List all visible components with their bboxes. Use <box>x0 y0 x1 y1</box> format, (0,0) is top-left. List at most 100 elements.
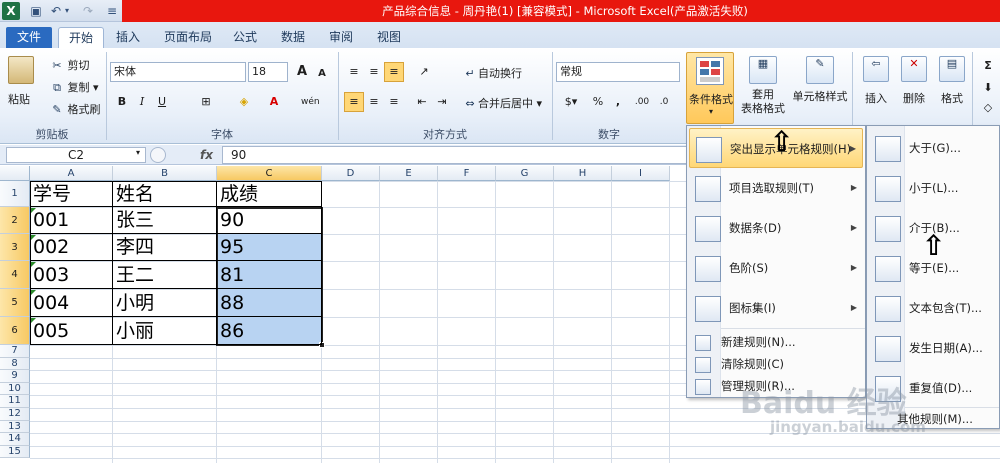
column-header-c[interactable]: C <box>217 166 322 181</box>
table-cell[interactable]: 005 <box>30 317 113 345</box>
merge-center-button[interactable]: ⇔ 合并后居中 ▾ <box>462 95 542 111</box>
row-header-5[interactable]: 5 <box>0 289 30 317</box>
row-header-1[interactable]: 1 <box>0 181 30 207</box>
font-color-icon[interactable]: A <box>264 92 284 112</box>
phonetic-button[interactable]: wén <box>300 92 320 112</box>
copy-button[interactable]: ⧉ 复制 ▾ <box>50 79 98 95</box>
name-box[interactable]: C2 <box>6 147 146 163</box>
column-header-e[interactable]: E <box>380 166 438 181</box>
underline-button[interactable]: U <box>152 92 172 112</box>
tab-view[interactable]: 视图 <box>372 27 406 48</box>
align-center-icon[interactable]: ≡ <box>364 92 384 112</box>
highlight-rule-item-5[interactable]: 发生日期(A)... <box>869 328 997 368</box>
grow-font-button[interactable]: A <box>292 62 312 82</box>
cf-menu-item-4[interactable]: 图标集(I) ▶ <box>689 288 863 328</box>
align-middle-icon[interactable]: ≡ <box>364 62 384 82</box>
bold-button[interactable]: B <box>112 92 132 112</box>
cf-menu-small-item-1[interactable]: 清除规则(C) <box>689 353 863 375</box>
font-size-select[interactable]: 18 <box>248 62 288 82</box>
align-left-icon[interactable]: ≡ <box>344 92 364 112</box>
currency-icon[interactable]: $▾ <box>558 92 584 112</box>
column-header-b[interactable]: B <box>113 166 217 181</box>
cf-menu-item-1[interactable]: 项目选取规则(T) ▶ <box>689 168 863 208</box>
increase-indent-icon[interactable]: ⇥ <box>432 92 452 112</box>
customize-toolbar-icon[interactable]: ≡ <box>104 3 120 19</box>
align-top-icon[interactable]: ≡ <box>344 62 364 82</box>
align-bottom-icon[interactable]: ≡ <box>384 62 404 82</box>
column-header-g[interactable]: G <box>496 166 554 181</box>
table-cell[interactable]: 81 <box>217 261 322 289</box>
table-cell[interactable]: 004 <box>30 289 113 317</box>
shrink-font-button[interactable]: A <box>312 64 332 84</box>
table-cell[interactable]: 小丽 <box>113 317 217 345</box>
row-header-3[interactable]: 3 <box>0 234 30 261</box>
format-cells-button[interactable]: ▤ 格式 <box>934 56 970 106</box>
row-header-10[interactable]: 10 <box>0 382 30 396</box>
table-cell[interactable]: 90 <box>217 207 322 234</box>
table-cell[interactable]: 王二 <box>113 261 217 289</box>
increase-decimal-button[interactable]: .00 <box>632 92 652 112</box>
cf-menu-item-2[interactable]: 数据条(D) ▶ <box>689 208 863 248</box>
row-header-7[interactable]: 7 <box>0 345 30 358</box>
row-header-12[interactable]: 12 <box>0 408 30 421</box>
delete-cells-button[interactable]: ✕ 删除 <box>896 56 932 106</box>
error-indicator-icon[interactable] <box>31 318 36 323</box>
column-header-d[interactable]: D <box>322 166 380 181</box>
decrease-decimal-button[interactable]: .0 <box>654 92 674 112</box>
select-all-button[interactable] <box>0 166 30 181</box>
insert-cells-button[interactable]: ⇦ 插入 <box>858 56 894 106</box>
decrease-indent-icon[interactable]: ⇤ <box>412 92 432 112</box>
row-header-14[interactable]: 14 <box>0 433 30 446</box>
cf-menu-item-3[interactable]: 色阶(S) ▶ <box>689 248 863 288</box>
cf-menu-small-item-0[interactable]: 新建规则(N)... <box>689 331 863 353</box>
fill-color-icon[interactable]: ◈ <box>234 92 254 112</box>
number-format-select[interactable]: 常规 <box>556 62 680 82</box>
table-cell[interactable]: 张三 <box>113 207 217 234</box>
expand-icon[interactable] <box>150 147 166 163</box>
row-header-6[interactable]: 6 <box>0 317 30 345</box>
name-box-dropdown-icon[interactable]: ▾ <box>136 148 140 157</box>
row-header-9[interactable]: 9 <box>0 370 30 383</box>
column-header-a[interactable]: A <box>30 166 113 181</box>
highlight-rule-item-0[interactable]: 大于(G)... <box>869 128 997 168</box>
undo-dropdown-icon[interactable]: ▾ <box>62 3 72 19</box>
font-name-select[interactable]: 宋体 <box>110 62 246 82</box>
align-right-icon[interactable]: ≡ <box>384 92 404 112</box>
comma-button[interactable]: , <box>608 92 628 112</box>
row-header-11[interactable]: 11 <box>0 395 30 408</box>
cell-styles-button[interactable]: ✎ 单元格样式 <box>792 56 848 104</box>
wrap-text-button[interactable]: ↵ 自动换行 <box>462 65 522 81</box>
error-indicator-icon[interactable] <box>31 290 36 295</box>
cut-button[interactable]: ✂ 剪切 <box>50 57 89 73</box>
error-indicator-icon[interactable] <box>31 208 36 213</box>
row-header-2[interactable]: 2 <box>0 207 30 234</box>
paste-button[interactable]: 粘贴 <box>8 56 34 107</box>
table-header-cell[interactable]: 学号 <box>30 181 113 207</box>
column-header-f[interactable]: F <box>438 166 496 181</box>
orientation-icon[interactable]: ↗ <box>414 62 434 82</box>
percent-button[interactable]: % <box>588 92 608 112</box>
tab-file[interactable]: 文件 <box>6 27 52 48</box>
format-as-table-button[interactable]: ▦ 套用 表格格式 <box>740 56 786 116</box>
highlight-rule-item-1[interactable]: 小于(L)... <box>869 168 997 208</box>
table-cell[interactable]: 95 <box>217 234 322 261</box>
table-cell[interactable]: 李四 <box>113 234 217 261</box>
table-cell[interactable]: 002 <box>30 234 113 261</box>
clear-icon[interactable]: ◇ <box>978 98 998 118</box>
tab-data[interactable]: 数据 <box>276 27 310 48</box>
table-cell[interactable]: 88 <box>217 289 322 317</box>
italic-button[interactable]: I <box>132 92 152 112</box>
table-cell[interactable]: 001 <box>30 207 113 234</box>
save-icon[interactable]: ▣ <box>28 3 44 19</box>
insert-function-icon[interactable]: fx <box>200 147 218 163</box>
table-header-cell[interactable]: 姓名 <box>113 181 217 207</box>
borders-icon[interactable]: ⊞ <box>196 92 216 112</box>
table-header-cell[interactable]: 成绩 <box>217 181 322 207</box>
tab-page-layout[interactable]: 页面布局 <box>160 27 216 48</box>
error-indicator-icon[interactable] <box>31 235 36 240</box>
excel-logo-icon[interactable]: X <box>2 2 20 20</box>
row-header-4[interactable]: 4 <box>0 261 30 289</box>
tab-home[interactable]: 开始 <box>58 27 104 48</box>
row-header-15[interactable]: 15 <box>0 445 30 459</box>
error-indicator-icon[interactable] <box>31 262 36 267</box>
